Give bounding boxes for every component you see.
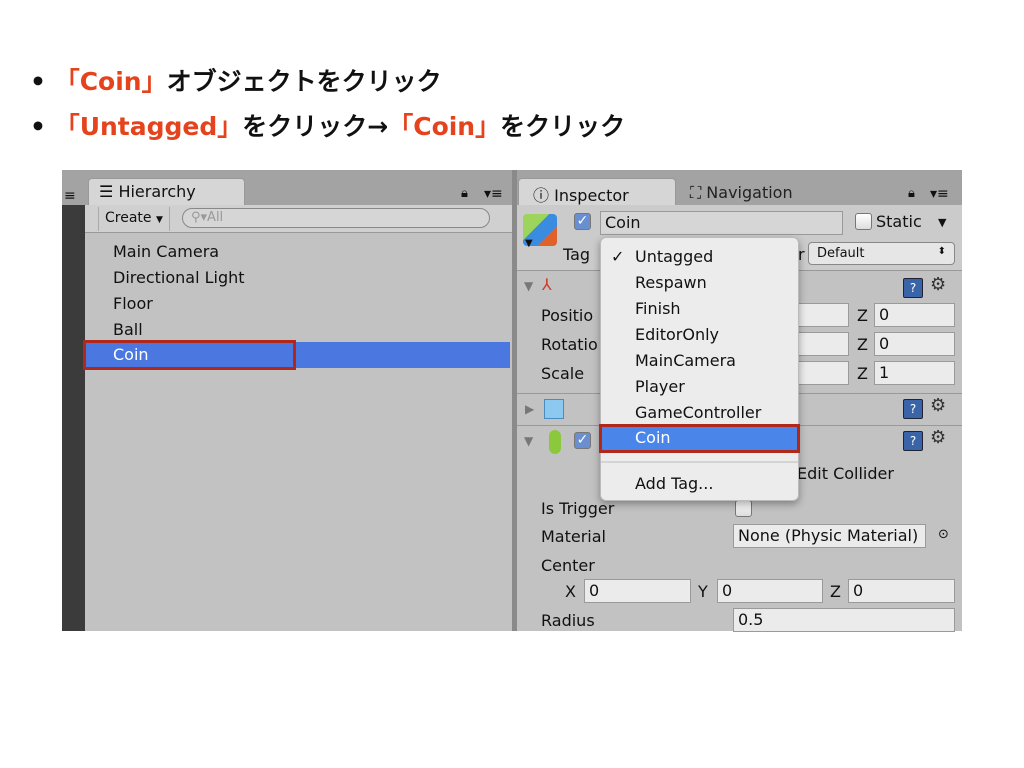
active-checkbox[interactable]: ✓ <box>574 213 591 230</box>
hierarchy-list: Main Camera Directional Light Floor Ball… <box>85 233 512 631</box>
is-trigger-checkbox[interactable] <box>735 500 752 517</box>
scene-view-strip <box>62 205 85 631</box>
z-label: Z <box>857 306 868 325</box>
dropdown-arrow-icon: ▼ <box>525 238 533 249</box>
scale-z-field[interactable]: 1 <box>874 361 955 385</box>
create-button[interactable]: Create ▼ <box>98 207 170 231</box>
help-icon[interactable]: ? <box>903 399 923 419</box>
rotation-z-field[interactable]: 0 <box>874 332 955 356</box>
panel-menu-icon[interactable]: ▾≡ <box>930 186 949 202</box>
scale-label: Scale <box>541 364 585 383</box>
navigation-tab[interactable]: ⛶ Navigation <box>690 181 793 203</box>
foldout-arrow-icon[interactable]: ▼ <box>524 279 533 293</box>
left-menu-icon[interactable]: ≡ <box>64 188 76 204</box>
material-label: Material <box>541 527 606 546</box>
instruction-1-target: 「Coin」 <box>54 67 167 96</box>
tag-label: Tag <box>563 245 591 264</box>
highlight-box-coin-tag <box>599 424 800 453</box>
center-x-label: X <box>565 582 576 601</box>
menu-separator <box>601 461 798 463</box>
help-icon[interactable]: ? <box>903 431 923 451</box>
menu-item-player[interactable]: Player <box>635 377 685 396</box>
menu-item-add-tag[interactable]: Add Tag... <box>635 474 713 493</box>
radius-label: Radius <box>541 611 595 630</box>
z-label: Z <box>857 335 868 354</box>
instruction-2: • 「Untagged」をクリック→「Coin」をクリック <box>30 112 626 141</box>
collider-icon <box>549 430 561 454</box>
hierarchy-item[interactable]: Floor <box>113 294 153 313</box>
static-dropdown-icon[interactable]: ▼ <box>938 216 946 229</box>
tag-dropdown-menu: ✓ Untagged Respawn Finish EditorOnly Mai… <box>600 237 799 501</box>
menu-item-untagged[interactable]: Untagged <box>635 247 713 266</box>
transform-icon: ⅄ <box>542 275 552 294</box>
static-checkbox[interactable] <box>855 213 872 230</box>
info-icon: ⓘ <box>533 186 550 205</box>
dropdown-arrow-icon: ▼ <box>155 215 163 225</box>
list-icon: ☰ <box>99 182 114 201</box>
menu-item-finish[interactable]: Finish <box>635 299 681 318</box>
navigation-icon: ⛶ <box>690 183 702 202</box>
position-z-field[interactable]: 0 <box>874 303 955 327</box>
radius-field[interactable]: 0.5 <box>733 608 955 632</box>
lock-icon[interactable]: 🔒︎ <box>461 186 468 201</box>
material-field[interactable]: None (Physic Material) <box>733 524 926 548</box>
center-z-label: Z <box>830 582 841 601</box>
position-label: Positio <box>541 306 594 325</box>
edit-collider-button[interactable]: Edit Collider <box>797 464 894 483</box>
menu-item-editoronly[interactable]: EditorOnly <box>635 325 719 344</box>
center-z-field[interactable]: 0 <box>848 579 955 603</box>
foldout-arrow-icon[interactable]: ▼ <box>524 434 533 448</box>
search-icon: ⚲▾ <box>191 210 208 225</box>
highlight-box-coin-object <box>83 340 296 370</box>
hierarchy-search-input[interactable]: ⚲▾All <box>182 208 490 228</box>
foldout-arrow-icon[interactable]: ▶ <box>525 402 534 416</box>
rotation-label: Rotatio <box>541 335 598 354</box>
menu-item-gamecontroller[interactable]: GameController <box>635 403 761 422</box>
hierarchy-item[interactable]: Ball <box>113 320 143 339</box>
layer-dropdown[interactable]: Default ⬍ <box>808 242 955 265</box>
help-icon[interactable]: ? <box>903 278 923 298</box>
gear-icon[interactable]: ⚙ <box>930 395 946 416</box>
z-label: Z <box>857 364 868 383</box>
object-name-input[interactable]: Coin <box>600 211 843 235</box>
instruction-1: • 「Coin」オブジェクトをクリック <box>30 67 442 96</box>
center-y-field[interactable]: 0 <box>717 579 823 603</box>
center-label: Center <box>541 556 595 575</box>
menu-item-respawn[interactable]: Respawn <box>635 273 707 292</box>
mesh-icon <box>544 399 564 419</box>
inspector-tab[interactable]: ⓘ Inspector <box>518 178 676 206</box>
hierarchy-item[interactable]: Main Camera <box>113 242 219 261</box>
menu-item-maincamera[interactable]: MainCamera <box>635 351 736 370</box>
panel-menu-icon[interactable]: ▾≡ <box>484 186 503 202</box>
gear-icon[interactable]: ⚙ <box>930 427 946 448</box>
hierarchy-item[interactable]: Directional Light <box>113 268 245 287</box>
collider-enabled-checkbox[interactable]: ✓ <box>574 432 591 449</box>
hierarchy-tab[interactable]: ☰ Hierarchy <box>88 178 245 206</box>
checkmark-icon: ✓ <box>611 247 625 266</box>
is-trigger-label: Is Trigger <box>541 499 615 518</box>
center-y-label: Y <box>698 582 708 601</box>
lock-icon[interactable]: 🔒︎ <box>908 186 915 201</box>
object-picker-icon[interactable]: ⊙ <box>938 527 949 542</box>
gear-icon[interactable]: ⚙ <box>930 274 946 295</box>
static-label: Static <box>876 212 922 231</box>
center-x-field[interactable]: 0 <box>584 579 691 603</box>
